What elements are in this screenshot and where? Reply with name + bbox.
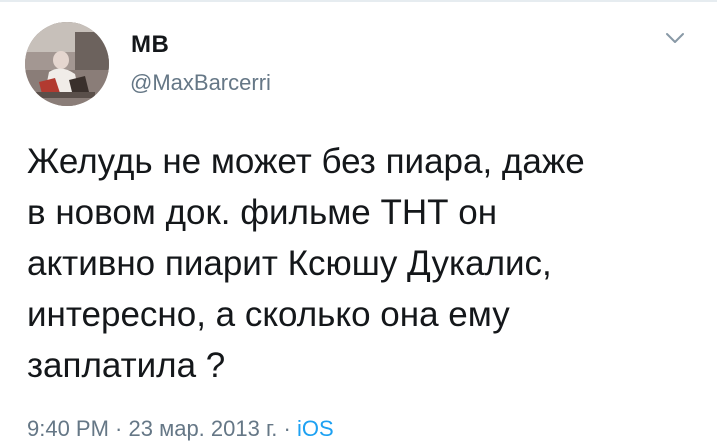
tweet-card: МВ @MaxBarcerri Желудь не может без пиар… — [0, 0, 717, 448]
user-handle[interactable]: @MaxBarcerri — [130, 70, 271, 96]
meta-separator: · — [277, 416, 297, 441]
tweet-text: Желудь не может без пиара, даже в новом … — [27, 142, 585, 385]
display-name[interactable]: МВ — [131, 31, 169, 59]
chevron-down-icon[interactable] — [664, 30, 686, 46]
tweet-meta: 9:40 PM · 23 мар. 2013 г. · iOS — [27, 416, 334, 442]
tweet-source-link[interactable]: iOS — [297, 416, 334, 441]
meta-separator: · — [108, 416, 129, 441]
avatar-photo — [25, 22, 109, 106]
avatar[interactable] — [25, 22, 109, 106]
tweet-date[interactable]: 23 мар. 2013 г. — [129, 416, 278, 441]
tweet-time[interactable]: 9:40 PM — [27, 416, 109, 441]
